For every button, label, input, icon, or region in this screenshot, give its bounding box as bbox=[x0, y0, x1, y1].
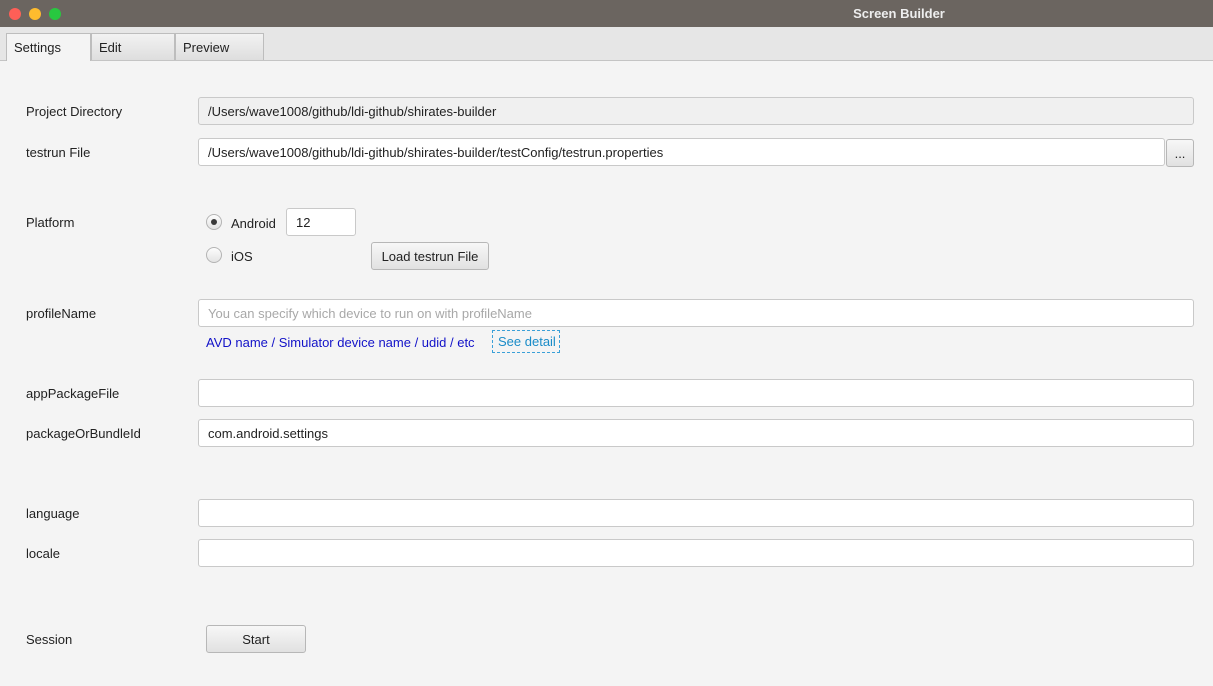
locale-input[interactable] bbox=[198, 539, 1194, 567]
tab-settings[interactable]: Settings bbox=[6, 33, 91, 61]
project-directory-label: Project Directory bbox=[26, 104, 123, 119]
browse-testrun-button[interactable]: ... bbox=[1166, 139, 1194, 167]
profile-name-label: profileName bbox=[26, 306, 97, 321]
session-label: Session bbox=[26, 632, 73, 647]
platform-label: Platform bbox=[26, 215, 75, 230]
see-detail-link[interactable]: See detail bbox=[492, 330, 560, 353]
package-or-bundle-id-input[interactable]: com.android.settings bbox=[198, 419, 1194, 447]
android-radio-label[interactable]: Android bbox=[231, 216, 276, 231]
testrun-file-label: testrun File bbox=[26, 145, 91, 160]
testrun-file-field[interactable]: /Users/wave1008/github/ldi-github/shirat… bbox=[198, 138, 1165, 166]
package-or-bundle-id-label: packageOrBundleId bbox=[26, 426, 141, 441]
load-testrun-file-button[interactable]: Load testrun File bbox=[371, 242, 489, 270]
tab-edit[interactable]: Edit bbox=[91, 33, 175, 60]
language-input[interactable] bbox=[198, 499, 1194, 527]
project-directory-field[interactable]: /Users/wave1008/github/ldi-github/shirat… bbox=[198, 97, 1194, 125]
ios-radio-label[interactable]: iOS bbox=[231, 249, 253, 264]
app-package-file-input[interactable] bbox=[198, 379, 1194, 407]
language-label: language bbox=[26, 506, 80, 521]
tab-bar: Settings Edit Preview bbox=[0, 27, 1213, 61]
platform-version-field[interactable]: 12 bbox=[286, 208, 356, 236]
app-package-file-label: appPackageFile bbox=[26, 386, 120, 401]
locale-label: locale bbox=[26, 546, 60, 561]
tab-preview[interactable]: Preview bbox=[175, 33, 264, 60]
window-title: Screen Builder bbox=[853, 6, 945, 21]
android-radio[interactable] bbox=[206, 214, 222, 230]
profile-name-hint: AVD name / Simulator device name / udid … bbox=[206, 335, 475, 350]
profile-name-input[interactable]: You can specify which device to run on w… bbox=[198, 299, 1194, 327]
ios-radio[interactable] bbox=[206, 247, 222, 263]
radio-selected-dot bbox=[211, 219, 217, 225]
start-session-button[interactable]: Start bbox=[206, 625, 306, 653]
title-bar: Screen Builder bbox=[0, 0, 1213, 27]
